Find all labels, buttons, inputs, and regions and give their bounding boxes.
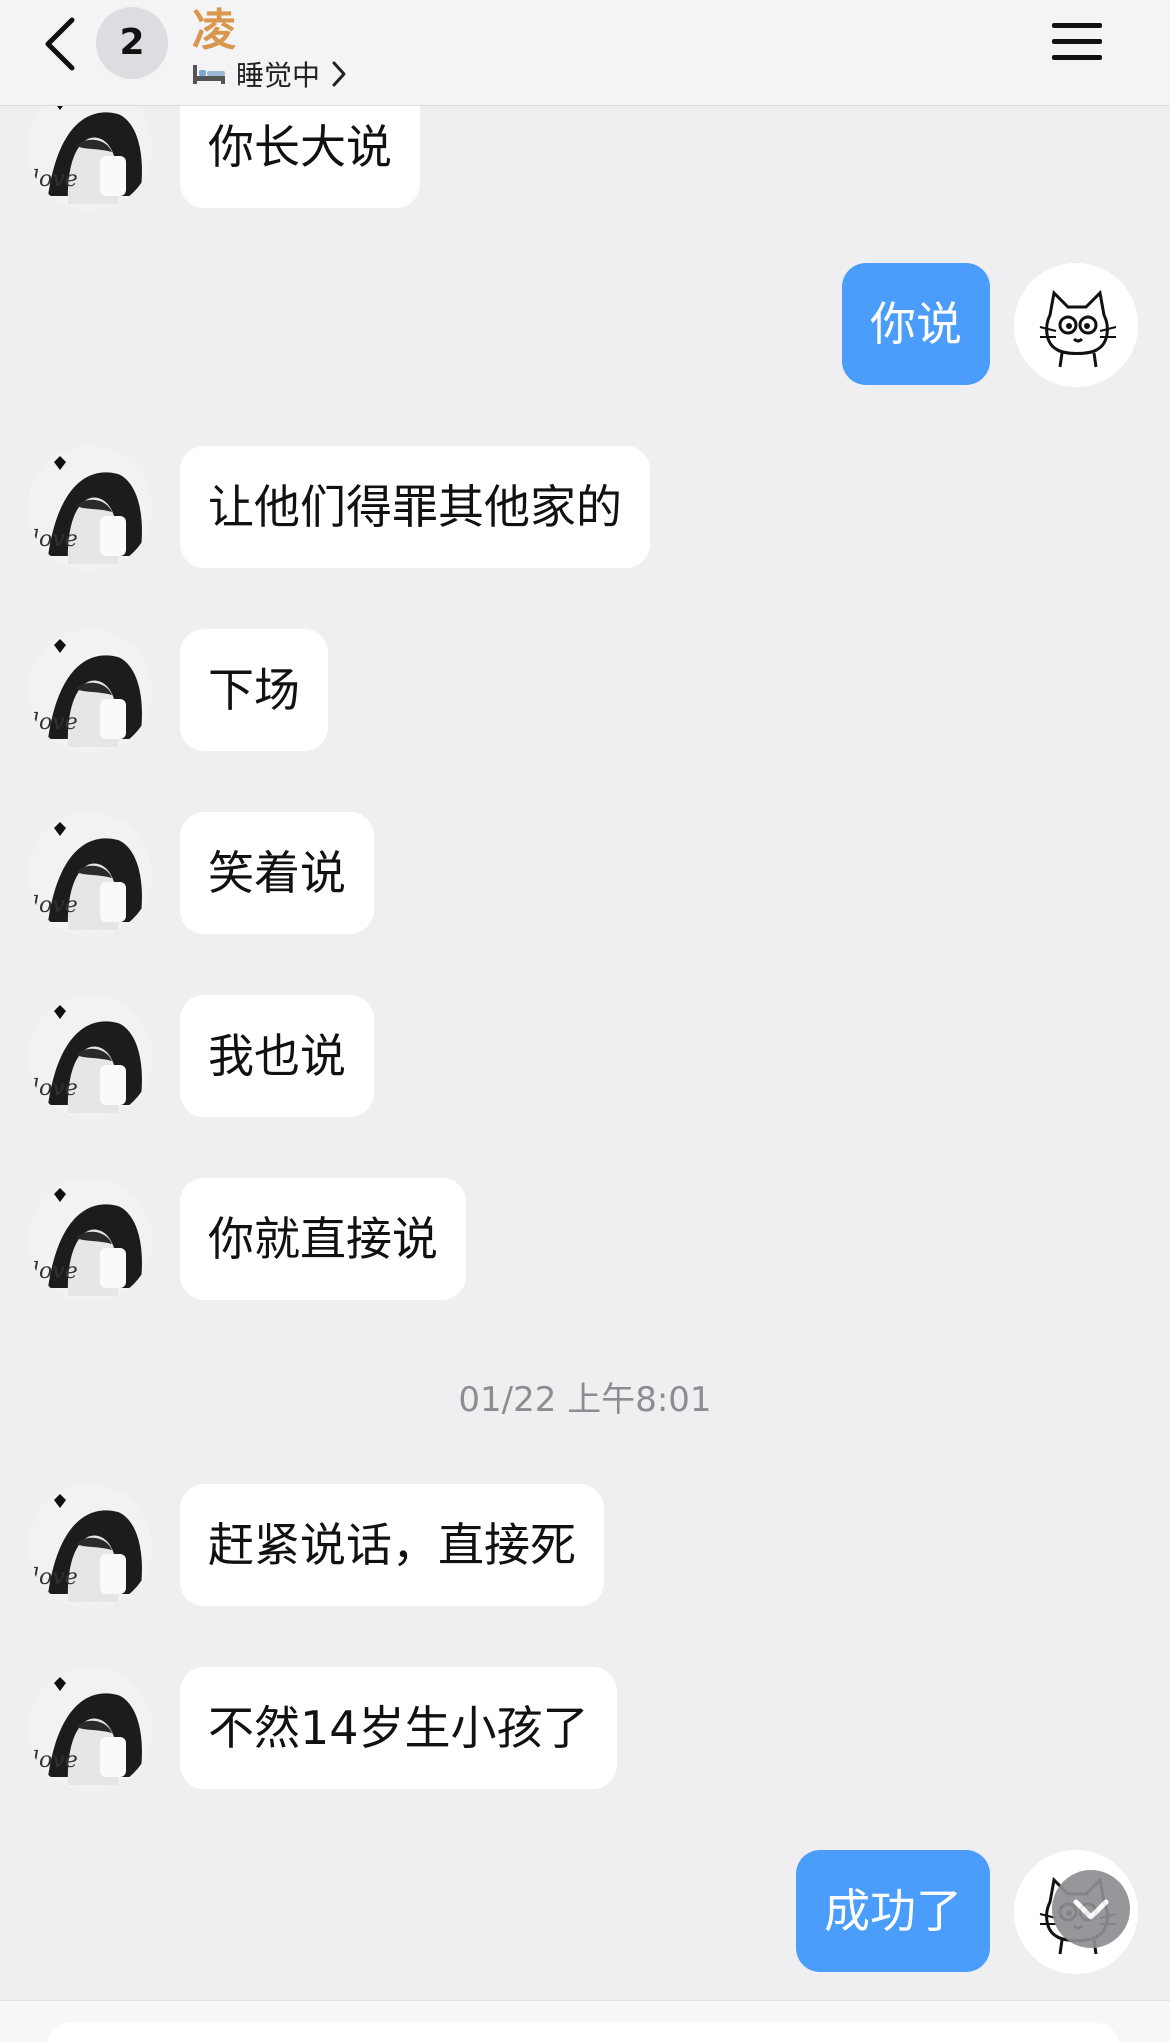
back-button[interactable] [36, 12, 86, 76]
hamburger-menu-icon [1052, 23, 1102, 60]
chevron-left-icon [45, 17, 75, 71]
my-avatar[interactable] [1014, 263, 1138, 387]
chat-header: 2 凌 睡觉中 [0, 0, 1170, 106]
contact-name[interactable]: 凌 [192, 0, 236, 58]
chevron-down-icon [1073, 1899, 1109, 1920]
contact-avatar[interactable] [28, 1484, 152, 1608]
message-bubble-incoming[interactable]: 让他们得罪其他家的 [180, 446, 650, 568]
message-bubble-incoming[interactable]: 赶紧说话，直接死 [180, 1484, 604, 1606]
input-bar [0, 2000, 1170, 2042]
unread-count-badge[interactable]: 2 [96, 7, 168, 79]
message-bubble-outgoing[interactable]: 你说 [842, 263, 990, 385]
message-bubble-incoming[interactable]: 下场 [180, 629, 328, 751]
status-text: 睡觉中 [236, 59, 321, 92]
contact-avatar[interactable] [28, 812, 152, 936]
contact-avatar[interactable] [28, 629, 152, 753]
message-timestamp: 01/22 上午8:01 [458, 1380, 712, 1420]
message-input[interactable] [48, 2023, 1118, 2042]
contact-avatar[interactable] [28, 1178, 152, 1302]
message-bubble-incoming[interactable]: 笑着说 [180, 812, 374, 934]
scroll-to-bottom-button[interactable] [1052, 1870, 1130, 1948]
menu-button[interactable] [1050, 18, 1104, 66]
message-bubble-incoming[interactable]: 不然14岁生小孩了 [180, 1667, 617, 1789]
status-row[interactable]: 睡觉中 [192, 56, 348, 92]
message-bubble-outgoing[interactable]: 成功了 [796, 1850, 990, 1972]
contact-avatar[interactable] [28, 446, 152, 570]
chevron-right-icon [332, 61, 346, 87]
contact-avatar[interactable] [28, 1667, 152, 1791]
bed-icon [193, 65, 225, 84]
contact-avatar[interactable] [28, 995, 152, 1119]
message-bubble-incoming[interactable]: 我也说 [180, 995, 374, 1117]
message-bubble-incoming[interactable]: 你就直接说 [180, 1178, 466, 1300]
